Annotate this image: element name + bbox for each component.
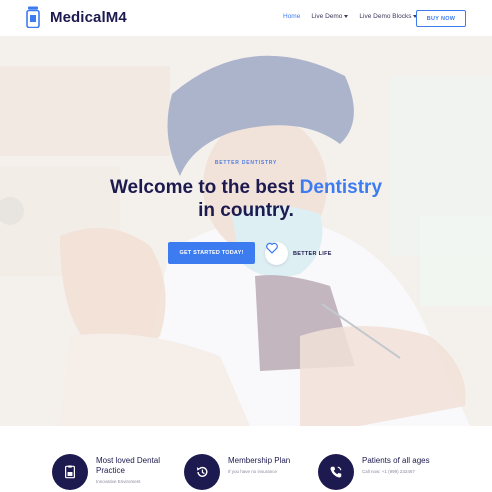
buy-now-button[interactable]: BUY NOW [416,10,466,27]
feature-subtitle: Innovative Enviroment [96,479,141,484]
heart-icon [266,242,278,254]
nav-menu: Home Live Demo Live Demo Blocks [283,13,428,20]
better-life-label: BETTER LIFE [293,250,332,257]
nav-item-label: Live Demo [311,13,343,20]
feature-item-dental-practice: Most loved Dental Practice Innovative En… [52,454,172,490]
feature-title: Membership Plan [228,456,291,465]
phone-icon [318,454,354,490]
chevron-down-icon [344,15,349,18]
brand-name: MedicalM4 [50,8,127,26]
feature-title: Most loved Dental Practice [96,456,161,475]
nav-item-live-demo[interactable]: Live Demo [311,13,349,20]
nav-item-live-demo-blocks[interactable]: Live Demo Blocks [359,13,418,20]
better-life-link[interactable]: BETTER LIFE [265,242,332,265]
hero-section: BETTER DENTISTRY Welcome to the best Den… [0,36,492,426]
features-strip: Most loved Dental Practice Innovative En… [0,426,492,492]
hero-eyebrow: BETTER DENTISTRY [214,160,278,166]
heart-button[interactable] [265,242,288,265]
feature-item-patients: Patients of all ages Call now: +1 (999) … [318,454,430,490]
feature-title: Patients of all ages [362,456,430,465]
hero-headline: Welcome to the best Dentistry in country… [0,176,492,222]
feature-item-membership: Membership Plan If you have no insurance [184,454,290,490]
headline-text: Welcome to the best [109,177,300,198]
headline-accent: Dentistry [299,177,383,198]
feature-subtitle: Call now: +1 (999) 232467 [362,469,415,474]
top-navbar: MedicalM4 Home Live Demo Live Demo Block… [0,0,492,36]
nav-item-label: Live Demo Blocks [359,13,412,20]
headline-text-line2: in country. [198,200,294,221]
nav-item-home[interactable]: Home [283,13,300,20]
get-started-button[interactable]: GET STARTED TODAY! [168,242,255,264]
history-icon [184,454,220,490]
feature-subtitle: If you have no insurance [228,469,278,474]
medicine-bottle-icon [26,6,40,29]
hero-overlay [0,36,492,426]
id-card-icon [52,454,88,490]
brand-logo[interactable]: MedicalM4 [26,6,127,29]
